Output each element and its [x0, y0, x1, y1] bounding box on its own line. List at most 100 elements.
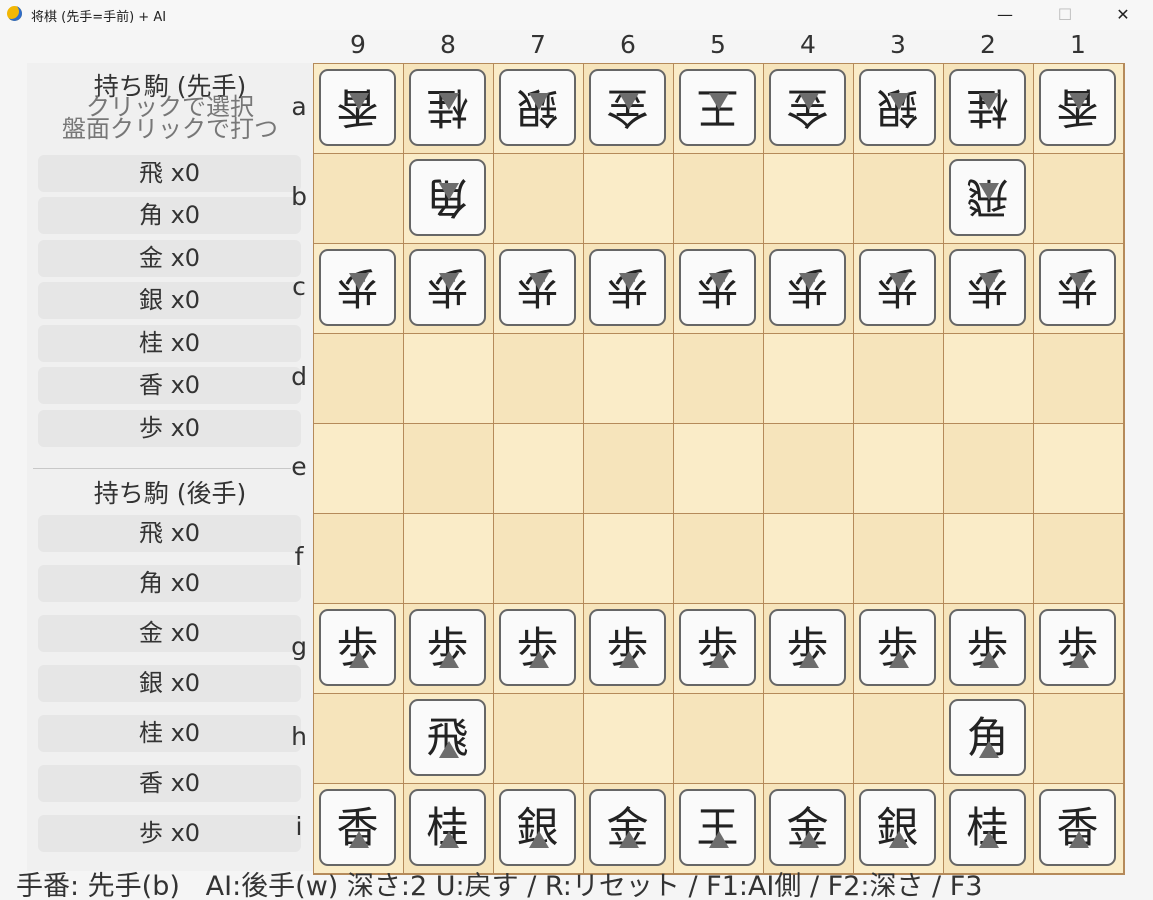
gote-hand-item[interactable]: 飛 x0	[38, 515, 301, 552]
board-square-8d[interactable]	[404, 334, 494, 424]
sente-piece[interactable]: 歩	[769, 609, 846, 686]
board-square-5f[interactable]	[674, 514, 764, 604]
gote-piece[interactable]: 桂	[409, 69, 486, 146]
gote-piece[interactable]: 香	[319, 69, 396, 146]
board-square-6i[interactable]: 金	[584, 784, 674, 874]
board-square-9g[interactable]: 歩	[314, 604, 404, 694]
board-square-3e[interactable]	[854, 424, 944, 514]
gote-piece[interactable]: 歩	[589, 249, 666, 326]
board-square-8e[interactable]	[404, 424, 494, 514]
gote-piece[interactable]: 歩	[319, 249, 396, 326]
board-square-3b[interactable]	[854, 154, 944, 244]
board-square-4c[interactable]: 歩	[764, 244, 854, 334]
board-square-9f[interactable]	[314, 514, 404, 604]
board-square-1e[interactable]	[1034, 424, 1124, 514]
board-square-4e[interactable]	[764, 424, 854, 514]
board-square-9h[interactable]	[314, 694, 404, 784]
board-square-2g[interactable]: 歩	[944, 604, 1034, 694]
board-square-1h[interactable]	[1034, 694, 1124, 784]
sente-piece[interactable]: 金	[769, 789, 846, 866]
gote-hand-item[interactable]: 銀 x0	[38, 665, 301, 702]
sente-piece[interactable]: 銀	[859, 789, 936, 866]
board-square-4h[interactable]	[764, 694, 854, 784]
gote-hand-item[interactable]: 金 x0	[38, 615, 301, 652]
sente-hand-item[interactable]: 歩 x0	[38, 410, 301, 447]
gote-piece[interactable]: 香	[1039, 69, 1116, 146]
gote-hand-item[interactable]: 角 x0	[38, 565, 301, 602]
board-square-8h[interactable]: 飛	[404, 694, 494, 784]
gote-piece[interactable]: 銀	[859, 69, 936, 146]
board-square-8g[interactable]: 歩	[404, 604, 494, 694]
gote-piece[interactable]: 王	[679, 69, 756, 146]
board-square-6d[interactable]	[584, 334, 674, 424]
board-square-7h[interactable]	[494, 694, 584, 784]
board-square-9e[interactable]	[314, 424, 404, 514]
board-square-9i[interactable]: 香	[314, 784, 404, 874]
board-square-5g[interactable]: 歩	[674, 604, 764, 694]
board-square-5b[interactable]	[674, 154, 764, 244]
sente-hand-item[interactable]: 角 x0	[38, 197, 301, 234]
gote-piece[interactable]: 角	[409, 159, 486, 236]
sente-piece[interactable]: 香	[319, 789, 396, 866]
sente-piece[interactable]: 歩	[1039, 609, 1116, 686]
board-square-5d[interactable]	[674, 334, 764, 424]
board-square-3d[interactable]	[854, 334, 944, 424]
board-square-1i[interactable]: 香	[1034, 784, 1124, 874]
board-square-7f[interactable]	[494, 514, 584, 604]
board-square-8f[interactable]	[404, 514, 494, 604]
gote-piece[interactable]: 歩	[499, 249, 576, 326]
board-square-8i[interactable]: 桂	[404, 784, 494, 874]
board-square-3g[interactable]: 歩	[854, 604, 944, 694]
sente-piece[interactable]: 歩	[499, 609, 576, 686]
close-button[interactable]: ✕	[1100, 0, 1146, 30]
board-square-8b[interactable]: 角	[404, 154, 494, 244]
gote-piece[interactable]: 歩	[409, 249, 486, 326]
gote-piece[interactable]: 歩	[859, 249, 936, 326]
board-square-6b[interactable]	[584, 154, 674, 244]
gote-piece[interactable]: 歩	[949, 249, 1026, 326]
board-square-1f[interactable]	[1034, 514, 1124, 604]
board-square-7c[interactable]: 歩	[494, 244, 584, 334]
sente-hand-item[interactable]: 金 x0	[38, 240, 301, 277]
board-square-4f[interactable]	[764, 514, 854, 604]
board-square-9a[interactable]: 香	[314, 64, 404, 154]
maximize-button[interactable]: ☐	[1042, 0, 1088, 30]
gote-piece[interactable]: 金	[589, 69, 666, 146]
board-square-9d[interactable]	[314, 334, 404, 424]
board-square-6c[interactable]: 歩	[584, 244, 674, 334]
board-square-5h[interactable]	[674, 694, 764, 784]
board-square-1g[interactable]: 歩	[1034, 604, 1124, 694]
gote-piece[interactable]: 飛	[949, 159, 1026, 236]
board-square-4d[interactable]	[764, 334, 854, 424]
gote-hand-item[interactable]: 桂 x0	[38, 715, 301, 752]
board-square-1d[interactable]	[1034, 334, 1124, 424]
board-square-6e[interactable]	[584, 424, 674, 514]
board-square-3f[interactable]	[854, 514, 944, 604]
board-square-7i[interactable]: 銀	[494, 784, 584, 874]
board-square-2a[interactable]: 桂	[944, 64, 1034, 154]
board-square-6h[interactable]	[584, 694, 674, 784]
gote-piece[interactable]: 桂	[949, 69, 1026, 146]
sente-piece[interactable]: 桂	[949, 789, 1026, 866]
board-square-3c[interactable]: 歩	[854, 244, 944, 334]
gote-piece[interactable]: 歩	[679, 249, 756, 326]
sente-piece[interactable]: 王	[679, 789, 756, 866]
board-square-2i[interactable]: 桂	[944, 784, 1034, 874]
board-square-6g[interactable]: 歩	[584, 604, 674, 694]
board-square-7b[interactable]	[494, 154, 584, 244]
sente-hand-item[interactable]: 桂 x0	[38, 325, 301, 362]
board-square-7g[interactable]: 歩	[494, 604, 584, 694]
sente-hand-item[interactable]: 銀 x0	[38, 282, 301, 319]
board-square-6f[interactable]	[584, 514, 674, 604]
gote-hand-item[interactable]: 香 x0	[38, 765, 301, 802]
board-square-3a[interactable]: 銀	[854, 64, 944, 154]
board-square-3h[interactable]	[854, 694, 944, 784]
sente-piece[interactable]: 金	[589, 789, 666, 866]
board-square-8a[interactable]: 桂	[404, 64, 494, 154]
sente-hand-item[interactable]: 香 x0	[38, 367, 301, 404]
board-square-8c[interactable]: 歩	[404, 244, 494, 334]
board-square-7e[interactable]	[494, 424, 584, 514]
board-square-5a[interactable]: 王	[674, 64, 764, 154]
board-square-1a[interactable]: 香	[1034, 64, 1124, 154]
board-square-4a[interactable]: 金	[764, 64, 854, 154]
